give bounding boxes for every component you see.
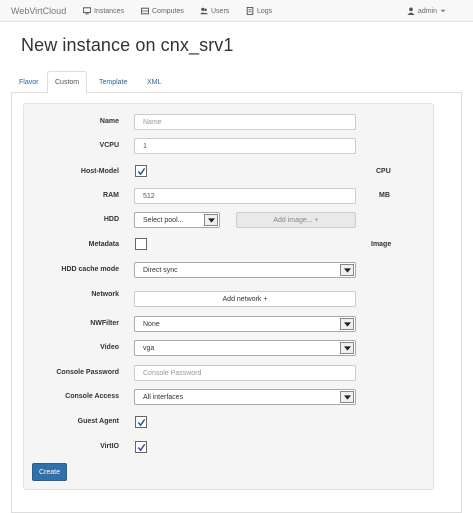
hdd-label: HDD [103,216,119,223]
console-password-input[interactable]: Console Password [134,365,356,381]
hdd-pool-value: Select pool... [143,216,184,224]
console-access-label: Console Access [65,393,119,400]
document-icon [246,7,254,15]
host-model-checkbox[interactable] [135,165,147,177]
nav-logs[interactable]: Logs [246,7,272,15]
virtio-checkbox[interactable] [135,441,147,453]
hdd-cache-label: HDD cache mode [61,266,119,273]
nav-instances-label: Instances [94,7,124,15]
tab-template[interactable]: Template [92,71,134,93]
video-select[interactable]: vga [134,340,356,356]
metadata-label: Metadata [88,241,119,248]
tab-flavor[interactable]: Flavor [12,71,45,93]
nwfilter-label: NWFilter [90,320,119,327]
chevron-down-icon [204,214,218,226]
monitor-icon [83,7,91,15]
metadata-checkbox[interactable] [135,238,147,250]
chevron-down-icon [340,391,354,403]
guest-agent-checkbox[interactable] [135,416,147,428]
ram-input[interactable]: 512 [134,188,356,204]
checkmark-icon [137,167,145,175]
video-label: Video [100,344,119,351]
chevron-down-icon [340,264,354,276]
vcpu-input[interactable]: 1 [134,138,356,154]
top-navbar: WebVirtCloud Instances Computes Users Lo… [0,0,473,22]
hdd-pool-select[interactable]: Select pool... [134,212,220,228]
nav-computes[interactable]: Computes [141,7,184,15]
console-access-select[interactable]: All interfaces [134,389,356,405]
nav-computes-label: Computes [152,7,184,15]
tab-bar: Flavor Custom Template XML [11,71,462,94]
nwfilter-select[interactable]: None [134,316,356,332]
guest-agent-label: Guest Agent [77,418,119,425]
user-menu[interactable]: admin [407,7,446,15]
cpu-suffix-label: CPU [376,168,391,175]
host-model-label: Host-Model [80,168,119,175]
nav-users[interactable]: Users [200,7,229,15]
nav-users-label: Users [211,7,230,15]
checkmark-icon [137,418,145,426]
chevron-down-icon [340,342,354,354]
user-icon [407,7,415,15]
ram-label: RAM [103,192,119,199]
virtio-label: VirtIO [100,443,119,450]
create-button[interactable]: Create [32,463,67,481]
name-label: Name [99,118,119,125]
nav-instances[interactable]: Instances [83,7,124,15]
hdd-cache-value: Direct sync [143,266,178,274]
checkmark-icon [137,443,145,451]
tab-xml[interactable]: XML [140,71,168,93]
server-icon [141,7,149,15]
nav-logs-label: Logs [257,7,273,15]
brand-logo[interactable]: WebVirtCloud [11,6,66,16]
user-menu-label: admin [417,7,437,15]
tab-custom[interactable]: Custom [47,71,88,94]
video-value: vga [143,344,155,352]
nwfilter-value: None [143,320,160,328]
ram-unit-label: MB [379,192,390,199]
console-access-value: All interfaces [143,393,184,401]
hdd-cache-select[interactable]: Direct sync [134,262,356,278]
name-input[interactable]: Name [134,114,356,130]
vcpu-label: VCPU [99,142,119,149]
network-label: Network [91,291,119,298]
chevron-down-icon [340,318,354,330]
add-network-button[interactable]: Add network + [134,291,356,307]
console-password-label: Console Password [56,369,119,376]
page-title: New instance on cnx_srv1 [21,35,234,55]
caret-down-icon [440,9,446,13]
image-suffix-label: Image [371,241,392,248]
users-icon [200,7,208,15]
add-image-button[interactable]: Add image... + [236,212,356,228]
